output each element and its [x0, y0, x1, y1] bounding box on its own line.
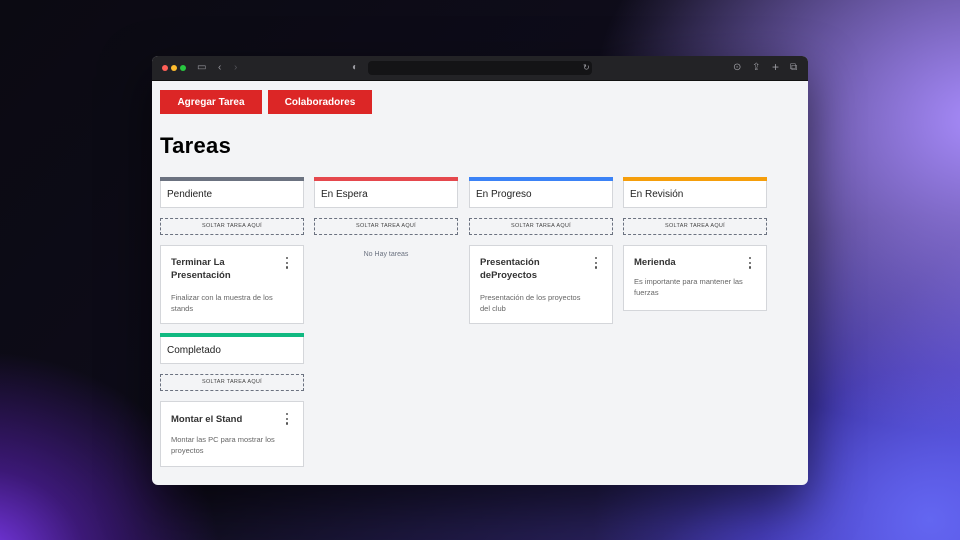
column-title: En Progreso — [476, 189, 532, 200]
column-en-espera: En Espera SOLTAR TAREA AQUÍ No Hay tarea… — [314, 177, 458, 258]
task-description: Montar las PC para mostrar los proyectos — [171, 435, 275, 455]
dropzone[interactable]: SOLTAR TAREA AQUÍ — [469, 218, 613, 235]
column-title: Pendiente — [167, 189, 213, 200]
column-en-revision: En Revisión SOLTAR TAREA AQUÍ Merienda E… — [623, 177, 767, 311]
column-title: En Espera — [321, 189, 368, 200]
column-title: En Revisión — [630, 189, 684, 200]
task-description: Presentación de los proyectos del club — [480, 293, 581, 313]
column-completado: Completado SOLTAR TAREA AQUÍ Montar el S… — [160, 333, 304, 467]
maximize-window-button[interactable] — [180, 65, 186, 71]
dropzone[interactable]: SOLTAR TAREA AQUÍ — [314, 218, 458, 235]
dropzone[interactable]: SOLTAR TAREA AQUÍ — [160, 374, 304, 391]
column-pendiente: Pendiente SOLTAR TAREA AQUÍ Terminar La … — [160, 177, 304, 324]
collaborators-button[interactable]: Colaboradores — [268, 90, 372, 114]
task-title: Montar el Stand — [171, 414, 243, 425]
task-description: Finalizar con la muestra de los stands — [171, 293, 273, 313]
new-tab-icon[interactable]: + — [772, 60, 779, 74]
minimize-window-button[interactable] — [171, 65, 177, 71]
back-icon[interactable]: ‹ — [218, 61, 221, 75]
more-options-icon[interactable] — [286, 257, 289, 271]
reload-icon[interactable]: ↻ — [583, 61, 590, 75]
more-options-icon[interactable] — [749, 257, 752, 271]
close-window-button[interactable] — [162, 65, 168, 71]
task-card[interactable]: Terminar La Presentación Finalizar con l… — [160, 245, 304, 324]
sidebar-icon[interactable]: ▭ — [197, 61, 206, 75]
task-card[interactable]: Presentación deProyectos Presentación de… — [469, 245, 613, 324]
dropzone[interactable]: SOLTAR TAREA AQUÍ — [623, 218, 767, 235]
column-header: Completado — [160, 337, 304, 364]
task-card[interactable]: Merienda Es importante para mantener las… — [623, 245, 767, 311]
privacy-icon[interactable]: ◐ — [352, 61, 358, 75]
share-icon[interactable]: ⇪ — [752, 61, 760, 75]
more-options-icon[interactable] — [595, 257, 598, 271]
task-title: Presentación deProyectos — [480, 257, 540, 281]
column-en-progreso: En Progreso SOLTAR TAREA AQUÍ Presentaci… — [469, 177, 613, 324]
task-description: Es importante para mantener las fuerzas — [634, 277, 743, 297]
task-title: Terminar La Presentación — [171, 257, 231, 281]
column-header: Pendiente — [160, 181, 304, 208]
download-icon[interactable]: ⊙ — [733, 61, 741, 75]
column-header: En Revisión — [623, 181, 767, 208]
tabs-overview-icon[interactable]: ⧉ — [790, 61, 797, 75]
dropzone[interactable]: SOLTAR TAREA AQUÍ — [160, 218, 304, 235]
empty-column-text: No Hay tareas — [363, 251, 409, 258]
page-title: Tareas — [160, 133, 232, 158]
page-content: Agregar Tarea Colaboradores Tareas Pendi… — [152, 81, 808, 485]
forward-icon[interactable]: › — [234, 61, 237, 75]
address-bar[interactable] — [368, 61, 592, 75]
more-options-icon[interactable] — [286, 413, 289, 427]
browser-window: ▭ ‹ › ◐ ↻ ⊙ ⇪ + ⧉ Agregar Tarea Colabora… — [152, 56, 808, 485]
add-task-button[interactable]: Agregar Tarea — [160, 90, 262, 114]
column-header: En Progreso — [469, 181, 613, 208]
task-card[interactable]: Montar el Stand Montar las PC para mostr… — [160, 401, 304, 467]
column-header: En Espera — [314, 181, 458, 208]
column-title: Completado — [167, 345, 221, 356]
task-title: Merienda — [634, 257, 676, 268]
browser-titlebar: ▭ ‹ › ◐ ↻ ⊙ ⇪ + ⧉ — [152, 56, 808, 81]
